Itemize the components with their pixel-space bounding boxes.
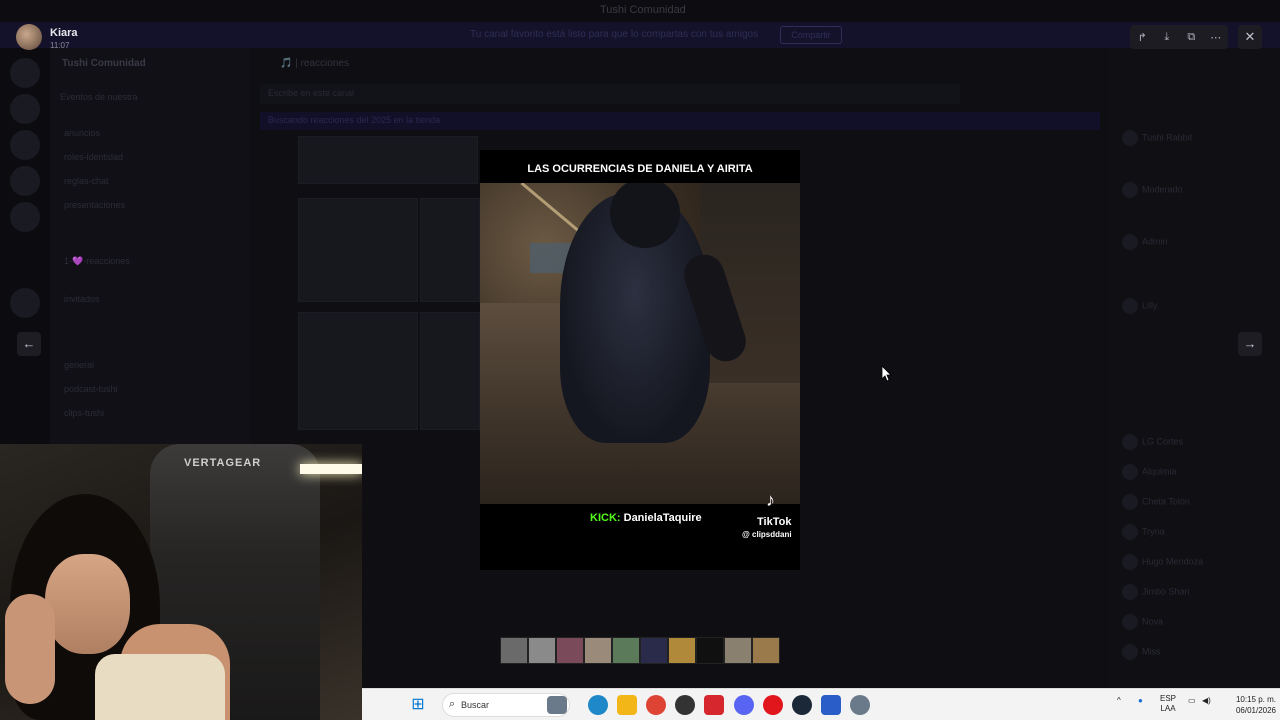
steam-icon[interactable] (792, 695, 812, 715)
screen: Tushi Comunidad Tu canal favorito está l… (0, 0, 1280, 720)
message-thumbnail[interactable] (420, 312, 480, 430)
member-item[interactable]: Miss (1122, 644, 1161, 662)
clock[interactable]: 10:15 p. m. 06/01/2026 (1224, 694, 1276, 716)
language-indicator[interactable]: ESP LAA (1160, 694, 1176, 714)
server-icon[interactable] (10, 130, 40, 160)
channel-item[interactable]: roles-identidad (64, 152, 123, 162)
strip-thumbnail[interactable] (556, 637, 584, 664)
thumbnail-strip (500, 637, 780, 664)
channel-item[interactable]: podcast-tushi (64, 384, 118, 394)
kick-credit: KICK: DanielaTaquire (590, 512, 702, 524)
channel-item[interactable]: reglas-chat (64, 176, 109, 186)
app-icon[interactable] (821, 695, 841, 715)
strip-thumbnail[interactable] (668, 637, 696, 664)
member-item[interactable]: Tryna (1122, 524, 1165, 542)
network-icon[interactable]: ▭ (1188, 696, 1196, 705)
server-icon[interactable] (10, 288, 40, 318)
message-thumbnail[interactable] (420, 198, 480, 302)
chrome-icon[interactable] (646, 695, 666, 715)
server-name[interactable]: Tushi Comunidad (62, 58, 146, 69)
channel-item[interactable]: anuncios (64, 128, 100, 138)
volume-icon[interactable]: ◀) (1202, 696, 1211, 705)
tiktok-handle: @ clipsddani (742, 530, 792, 539)
close-icon[interactable]: ✕ (1238, 25, 1262, 49)
windows-taskbar: ⊞ ⌕ Buscar ^ ● ESP LAA ▭ ◀) 10:15 p. m. … (362, 688, 1280, 720)
tray-up-icon[interactable]: ^ (1117, 696, 1121, 705)
channel-search[interactable]: Escribe en este canal (260, 84, 960, 104)
file-explorer-icon[interactable] (617, 695, 637, 715)
search-icon: ⌕ (449, 698, 456, 710)
edge-icon[interactable] (588, 695, 608, 715)
channel-item[interactable]: presentaciones (64, 200, 125, 210)
member-item[interactable]: LG Cortes (1122, 434, 1183, 452)
window-title-bar: Tushi Comunidad (0, 0, 1280, 22)
opera-icon[interactable] (763, 695, 783, 715)
member-item[interactable]: Cheta Tolón (1122, 494, 1190, 512)
viewer-toolbar: ↱ ⤓ ⧉ ⋯ (1130, 25, 1228, 49)
microphone-icon[interactable]: ● (1138, 696, 1143, 705)
prev-arrow-icon[interactable]: ← (17, 332, 41, 356)
strip-thumbnail[interactable] (752, 637, 780, 664)
server-icon[interactable] (10, 94, 40, 124)
photo-content (480, 183, 800, 504)
channel-header: 🎵 | reacciones (280, 58, 349, 69)
app-icon[interactable] (675, 695, 695, 715)
uploader-name[interactable]: Kiara (50, 27, 78, 39)
tiktok-icon: ♪ (766, 490, 775, 510)
tiktok-label: TikTok (757, 516, 792, 528)
channel-item[interactable]: invitados (64, 294, 100, 304)
member-list: Tushi Rabbit Moderado Admin Lilly LG Cor… (1110, 48, 1280, 688)
search-label: Buscar (461, 700, 490, 710)
download-icon[interactable]: ⤓ (1158, 31, 1176, 44)
member-item[interactable]: Hugo Mendoza (1122, 554, 1203, 572)
channel-item[interactable]: 1-💜-reacciones (64, 256, 130, 267)
channel-item[interactable]: clips-tushi (64, 408, 104, 418)
window-title: Tushi Comunidad (600, 4, 686, 16)
forward-icon[interactable]: ↱ (1133, 31, 1151, 44)
member-item[interactable]: Jimbo Shan (1122, 584, 1190, 602)
app-icon[interactable] (704, 695, 724, 715)
taskbar-search[interactable]: ⌕ Buscar (442, 693, 570, 717)
webcam-overlay: VERTAGEAR (0, 444, 362, 720)
channel-item[interactable]: general (64, 360, 94, 370)
more-icon[interactable]: ⋯ (1207, 31, 1225, 44)
discord-icon[interactable] (734, 695, 754, 715)
media-image[interactable]: LAS OCURRENCIAS DE DANIELA Y AIRITA KICK… (480, 150, 800, 570)
strip-thumbnail[interactable] (528, 637, 556, 664)
member-item[interactable]: Nova (1122, 614, 1163, 632)
message-thumbnail[interactable] (298, 198, 418, 302)
chair-brand-logo: VERTAGEAR (184, 457, 262, 469)
strip-thumbnail[interactable] (640, 637, 668, 664)
start-icon[interactable]: ⊞ (408, 695, 428, 715)
settings-icon[interactable] (850, 695, 870, 715)
strip-thumbnail[interactable] (724, 637, 752, 664)
member-item[interactable]: Tushi Rabbit (1122, 130, 1192, 148)
member-item[interactable]: Alquimia (1122, 464, 1177, 482)
message-thumbnail[interactable] (298, 312, 418, 430)
member-item[interactable]: Admin (1122, 234, 1168, 252)
strip-thumbnail[interactable] (584, 637, 612, 664)
strip-thumbnail[interactable] (612, 637, 640, 664)
server-icon[interactable] (10, 166, 40, 196)
upload-time: 11:07 (50, 41, 70, 50)
sub-banner: Buscando reacciones del 2025 en la tiend… (260, 112, 1100, 130)
viewer-header: Kiara 11:07 ↱ ⤓ ⧉ ⋯ ✕ (0, 22, 1280, 52)
server-icon[interactable] (10, 58, 40, 88)
server-icon[interactable] (10, 202, 40, 232)
member-item[interactable]: Lilly (1122, 298, 1158, 316)
strip-thumbnail[interactable] (500, 637, 528, 664)
avatar[interactable] (16, 24, 42, 50)
member-item[interactable]: Moderado (1122, 182, 1183, 200)
next-arrow-icon[interactable]: → (1238, 332, 1262, 356)
events-label[interactable]: Eventos de nuestra (60, 92, 138, 102)
media-caption-title: LAS OCURRENCIAS DE DANIELA Y AIRITA (527, 163, 753, 175)
strip-thumbnail[interactable] (696, 637, 724, 664)
message-thumbnail[interactable] (298, 136, 478, 184)
open-external-icon[interactable]: ⧉ (1182, 31, 1200, 44)
